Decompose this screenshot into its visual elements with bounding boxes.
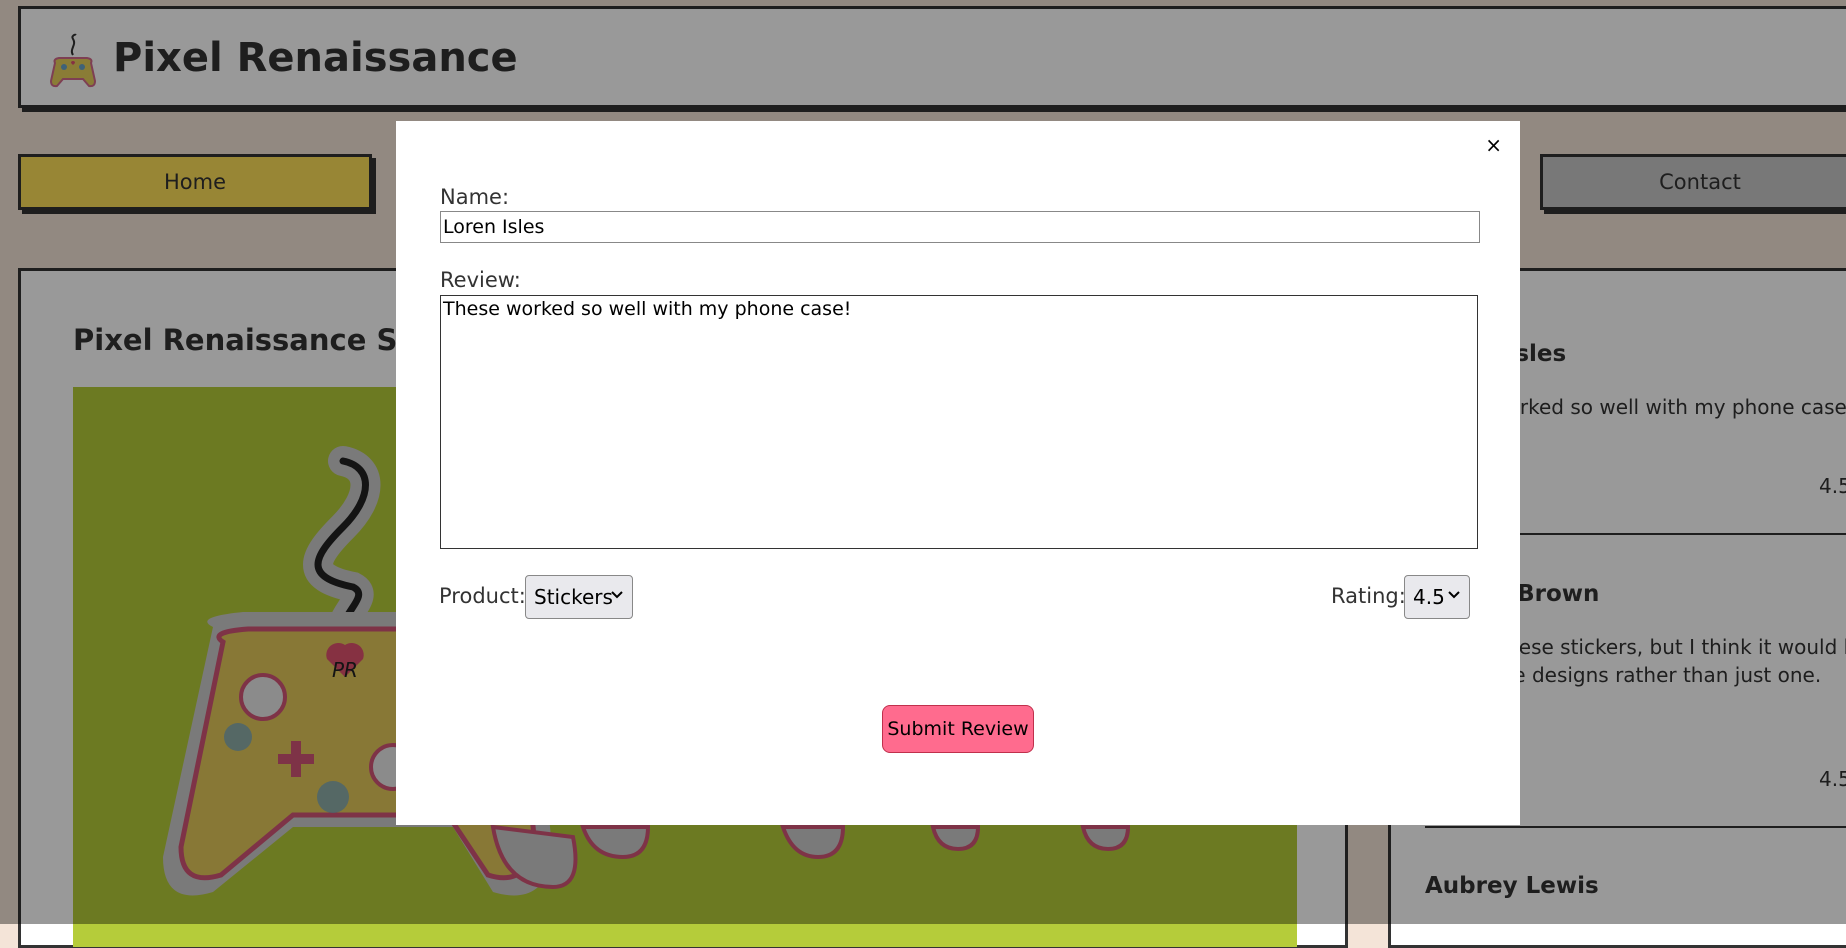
name-field[interactable] bbox=[440, 211, 1480, 243]
rating-select[interactable]: 4.5 bbox=[1404, 575, 1470, 619]
product-label: Product: bbox=[439, 584, 526, 608]
rating-label: Rating: bbox=[1331, 584, 1406, 608]
rating-select-value: 4.5 bbox=[1413, 585, 1445, 609]
chevron-down-icon bbox=[611, 591, 623, 599]
review-modal: × Name: Review: These worked so well wit… bbox=[396, 121, 1520, 825]
close-icon[interactable]: × bbox=[1485, 133, 1502, 157]
review-textarea[interactable]: These worked so well with my phone case! bbox=[440, 295, 1478, 549]
name-label: Name: bbox=[440, 185, 510, 209]
chevron-down-icon bbox=[1448, 591, 1460, 599]
review-label: Review: bbox=[440, 268, 521, 292]
product-select[interactable]: Stickers bbox=[525, 575, 633, 619]
product-select-value: Stickers bbox=[534, 585, 613, 609]
submit-review-button[interactable]: Submit Review bbox=[882, 705, 1034, 753]
